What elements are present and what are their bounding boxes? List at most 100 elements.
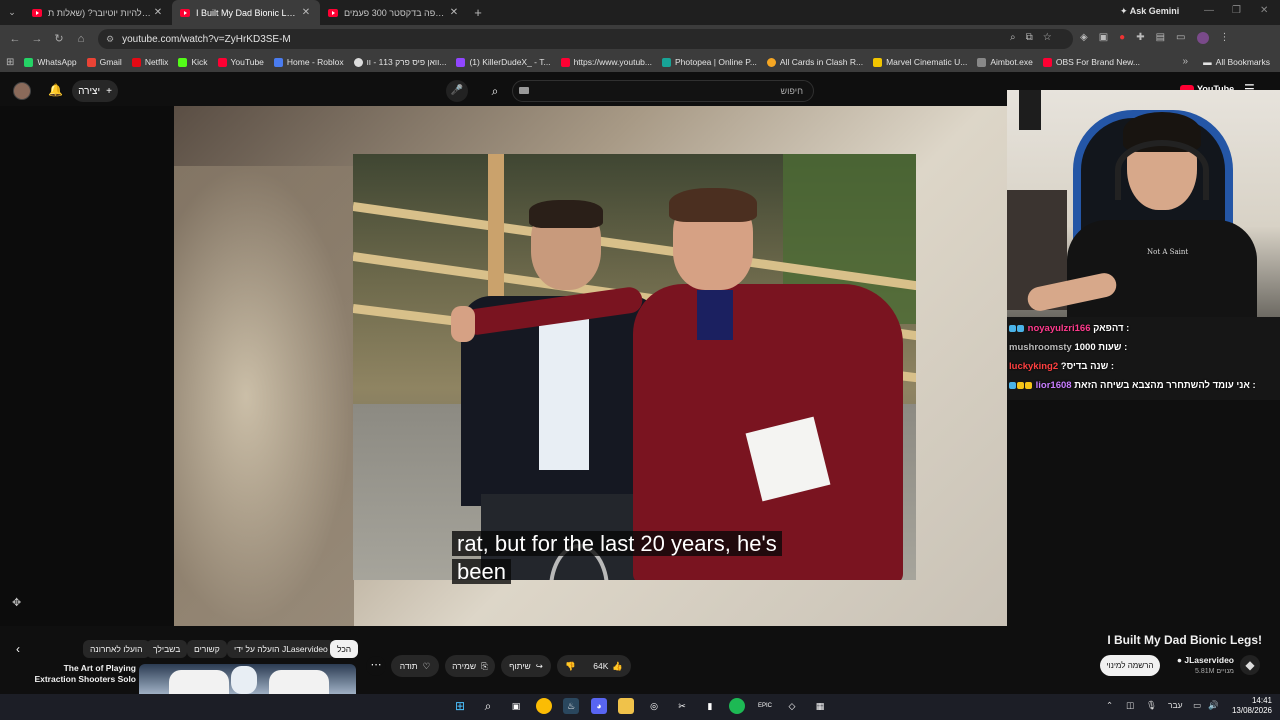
drag-handle-icon[interactable]: ✥ bbox=[12, 596, 21, 609]
bookmark-item[interactable]: OBS For Brand New... bbox=[1042, 57, 1140, 67]
tab-close-icon[interactable]: ✕ bbox=[448, 7, 460, 18]
subscribe-button[interactable]: הרשמה למינוי bbox=[1100, 655, 1160, 676]
extension-icon[interactable]: ▣ bbox=[1099, 32, 1108, 44]
url-bar[interactable]: ⚙ youtube.com/watch?v=ZyHrKD3SE-M bbox=[98, 29, 1073, 49]
file-explorer-icon[interactable] bbox=[618, 698, 634, 714]
keyboard-icon[interactable] bbox=[519, 87, 529, 94]
app-icon[interactable]: ◇ bbox=[784, 698, 800, 714]
tray-app-icon[interactable]: ◫ bbox=[1126, 700, 1134, 711]
tab-search-icon[interactable]: ⌄ bbox=[0, 7, 24, 18]
tray-overflow-icon[interactable]: ⌃ bbox=[1106, 700, 1113, 711]
notifications-bell-icon[interactable]: 🔔 bbox=[48, 83, 63, 97]
profile-avatar[interactable] bbox=[1196, 32, 1209, 44]
site-info-icon[interactable]: ⚙ bbox=[106, 34, 114, 45]
app-icon[interactable]: ▮ bbox=[702, 698, 718, 714]
channel-name[interactable]: ● JLaservideo bbox=[1170, 655, 1234, 665]
back-icon[interactable]: ← bbox=[4, 33, 26, 45]
minimize-icon[interactable]: — bbox=[1204, 5, 1214, 16]
bookmark-item[interactable]: וואן פיס פרק 113 - וו... bbox=[353, 57, 446, 67]
capcut-icon[interactable]: ✂ bbox=[674, 698, 690, 714]
restore-icon[interactable]: ❐ bbox=[1232, 5, 1241, 16]
app-icon[interactable]: ▦ bbox=[812, 698, 828, 714]
chrome-menu-icon[interactable]: ⋮ bbox=[1220, 32, 1230, 44]
bookmark-item[interactable]: (1) KillerDudeX_ - T... bbox=[456, 57, 551, 67]
more-actions-icon[interactable]: ⋯ bbox=[366, 656, 386, 676]
streamer-torso bbox=[1067, 220, 1257, 317]
steam-icon[interactable]: ♨ bbox=[563, 698, 579, 714]
bookmark-item[interactable]: All Cards in Clash R... bbox=[766, 57, 863, 67]
system-clock[interactable]: 14:41 13/08/2026 bbox=[1224, 696, 1272, 716]
filter-chip[interactable]: הועלה על ידי JLaservideo bbox=[227, 640, 335, 658]
spotify-icon[interactable] bbox=[729, 698, 745, 714]
bookmark-item[interactable]: Home - Roblox bbox=[273, 57, 344, 67]
channel-avatar[interactable]: ◆ bbox=[1240, 655, 1260, 675]
filter-chip[interactable]: קשורים bbox=[187, 640, 227, 658]
create-button[interactable]: יצירה + bbox=[72, 80, 118, 102]
bookmark-item[interactable]: WhatsApp bbox=[24, 57, 77, 67]
tab-close-icon[interactable]: ✕ bbox=[152, 7, 164, 18]
chips-scroll-left-icon[interactable]: ‹ bbox=[16, 642, 20, 656]
bookmark-item[interactable]: Aimbot.exe bbox=[977, 57, 1033, 67]
account-avatar[interactable] bbox=[13, 82, 31, 100]
video-photo bbox=[353, 154, 916, 580]
home-icon[interactable]: ⌂ bbox=[70, 33, 92, 45]
side-panel-icon[interactable]: ▤ bbox=[1156, 32, 1165, 44]
streamer-webcam: Not A Saint bbox=[1007, 90, 1280, 317]
bookmark-item[interactable]: Photopea | Online P... bbox=[662, 57, 757, 67]
save-button[interactable]: שמירה ⎘ bbox=[445, 655, 495, 677]
discord-icon[interactable]: ◕ bbox=[591, 698, 607, 714]
windows-start-icon[interactable]: ⊞ bbox=[452, 698, 468, 714]
voice-search-mic-icon[interactable]: 🎤 bbox=[446, 80, 468, 102]
like-button[interactable]: 64K 👍 bbox=[593, 661, 623, 672]
bookmark-item[interactable]: YouTube bbox=[217, 57, 264, 67]
chrome-icon[interactable] bbox=[536, 698, 552, 714]
chat-badge-icon bbox=[1017, 324, 1024, 332]
extension-icon[interactable]: ◈ bbox=[1080, 32, 1088, 44]
thanks-button[interactable]: תודה ♡ bbox=[391, 655, 439, 677]
network-icon[interactable]: ▭ bbox=[1193, 700, 1201, 711]
tab-close-icon[interactable]: ✕ bbox=[300, 7, 312, 18]
cast-icon[interactable]: ▭ bbox=[1176, 32, 1185, 44]
browser-tab[interactable]: הוא צפה בדקסטר 300 פעמים ✕ bbox=[320, 0, 468, 25]
apps-grid-icon[interactable]: ⊞ bbox=[6, 57, 14, 68]
new-tab-button[interactable]: + bbox=[468, 5, 488, 20]
language-indicator[interactable]: עבר bbox=[1168, 700, 1183, 710]
dislike-icon[interactable]: 👎 bbox=[565, 661, 576, 672]
filter-chip-active[interactable]: הכל bbox=[330, 640, 359, 658]
browser-tab-active[interactable]: I Built My Dad Bionic Legs! - Yo ✕ bbox=[172, 0, 320, 25]
bookmark-icon bbox=[86, 57, 96, 67]
bookmark-item[interactable]: Netflix bbox=[131, 57, 168, 67]
microphone-tray-icon[interactable]: 🎙 bbox=[1146, 700, 1157, 711]
bookmark-item[interactable]: Gmail bbox=[86, 57, 122, 67]
search-taskbar-icon[interactable]: ⌕ bbox=[480, 698, 496, 714]
filter-chip[interactable]: הועלו לאחרונה bbox=[83, 640, 150, 658]
forward-icon[interactable]: → bbox=[26, 33, 48, 45]
obs-icon[interactable]: ◎ bbox=[646, 698, 662, 714]
bookmark-item[interactable]: Kick bbox=[178, 57, 208, 67]
all-bookmarks-button[interactable]: ▬ All Bookmarks bbox=[1203, 57, 1270, 67]
record-extension-icon[interactable]: ● bbox=[1119, 32, 1125, 44]
ask-gemini-button[interactable]: ✦ Ask Gemini bbox=[1120, 6, 1179, 17]
reload-icon[interactable]: ↻ bbox=[48, 32, 70, 45]
search-icon[interactable]: ⌕ bbox=[480, 80, 510, 102]
bookmark-star-icon[interactable]: ☆ bbox=[1043, 32, 1052, 43]
search-input[interactable]: חיפוש bbox=[512, 80, 814, 102]
recommended-video-thumbnail[interactable] bbox=[139, 664, 356, 694]
share-button[interactable]: שיתוף ↪ bbox=[501, 655, 551, 677]
recommended-video-title[interactable]: The Art of Playing Extraction Shooters S… bbox=[24, 663, 136, 685]
volume-icon[interactable]: 🔊 bbox=[1208, 700, 1219, 711]
zoom-icon[interactable]: ⌕ bbox=[1010, 32, 1016, 43]
headset bbox=[1115, 140, 1209, 200]
browser-tab[interactable]: איך זה להיות יוטיובר? (שאלות ת ✕ bbox=[24, 0, 172, 25]
task-view-icon[interactable]: ▣ bbox=[508, 698, 524, 714]
puzzle-extensions-icon[interactable]: ✚ bbox=[1136, 32, 1144, 44]
more-bookmarks-icon[interactable]: » bbox=[1182, 56, 1188, 67]
bookmark-item[interactable]: Marvel Cinematic U... bbox=[873, 57, 967, 67]
filter-chip[interactable]: בשבילך bbox=[146, 640, 188, 658]
open-in-app-icon[interactable]: ⧉ bbox=[1026, 32, 1033, 43]
bookmark-item[interactable]: https://www.youtub... bbox=[560, 57, 652, 67]
youtube-favicon-icon bbox=[180, 8, 190, 17]
son-figure bbox=[451, 188, 913, 580]
close-window-icon[interactable]: ✕ bbox=[1260, 5, 1268, 16]
epic-games-icon[interactable]: EPIC bbox=[757, 698, 773, 714]
